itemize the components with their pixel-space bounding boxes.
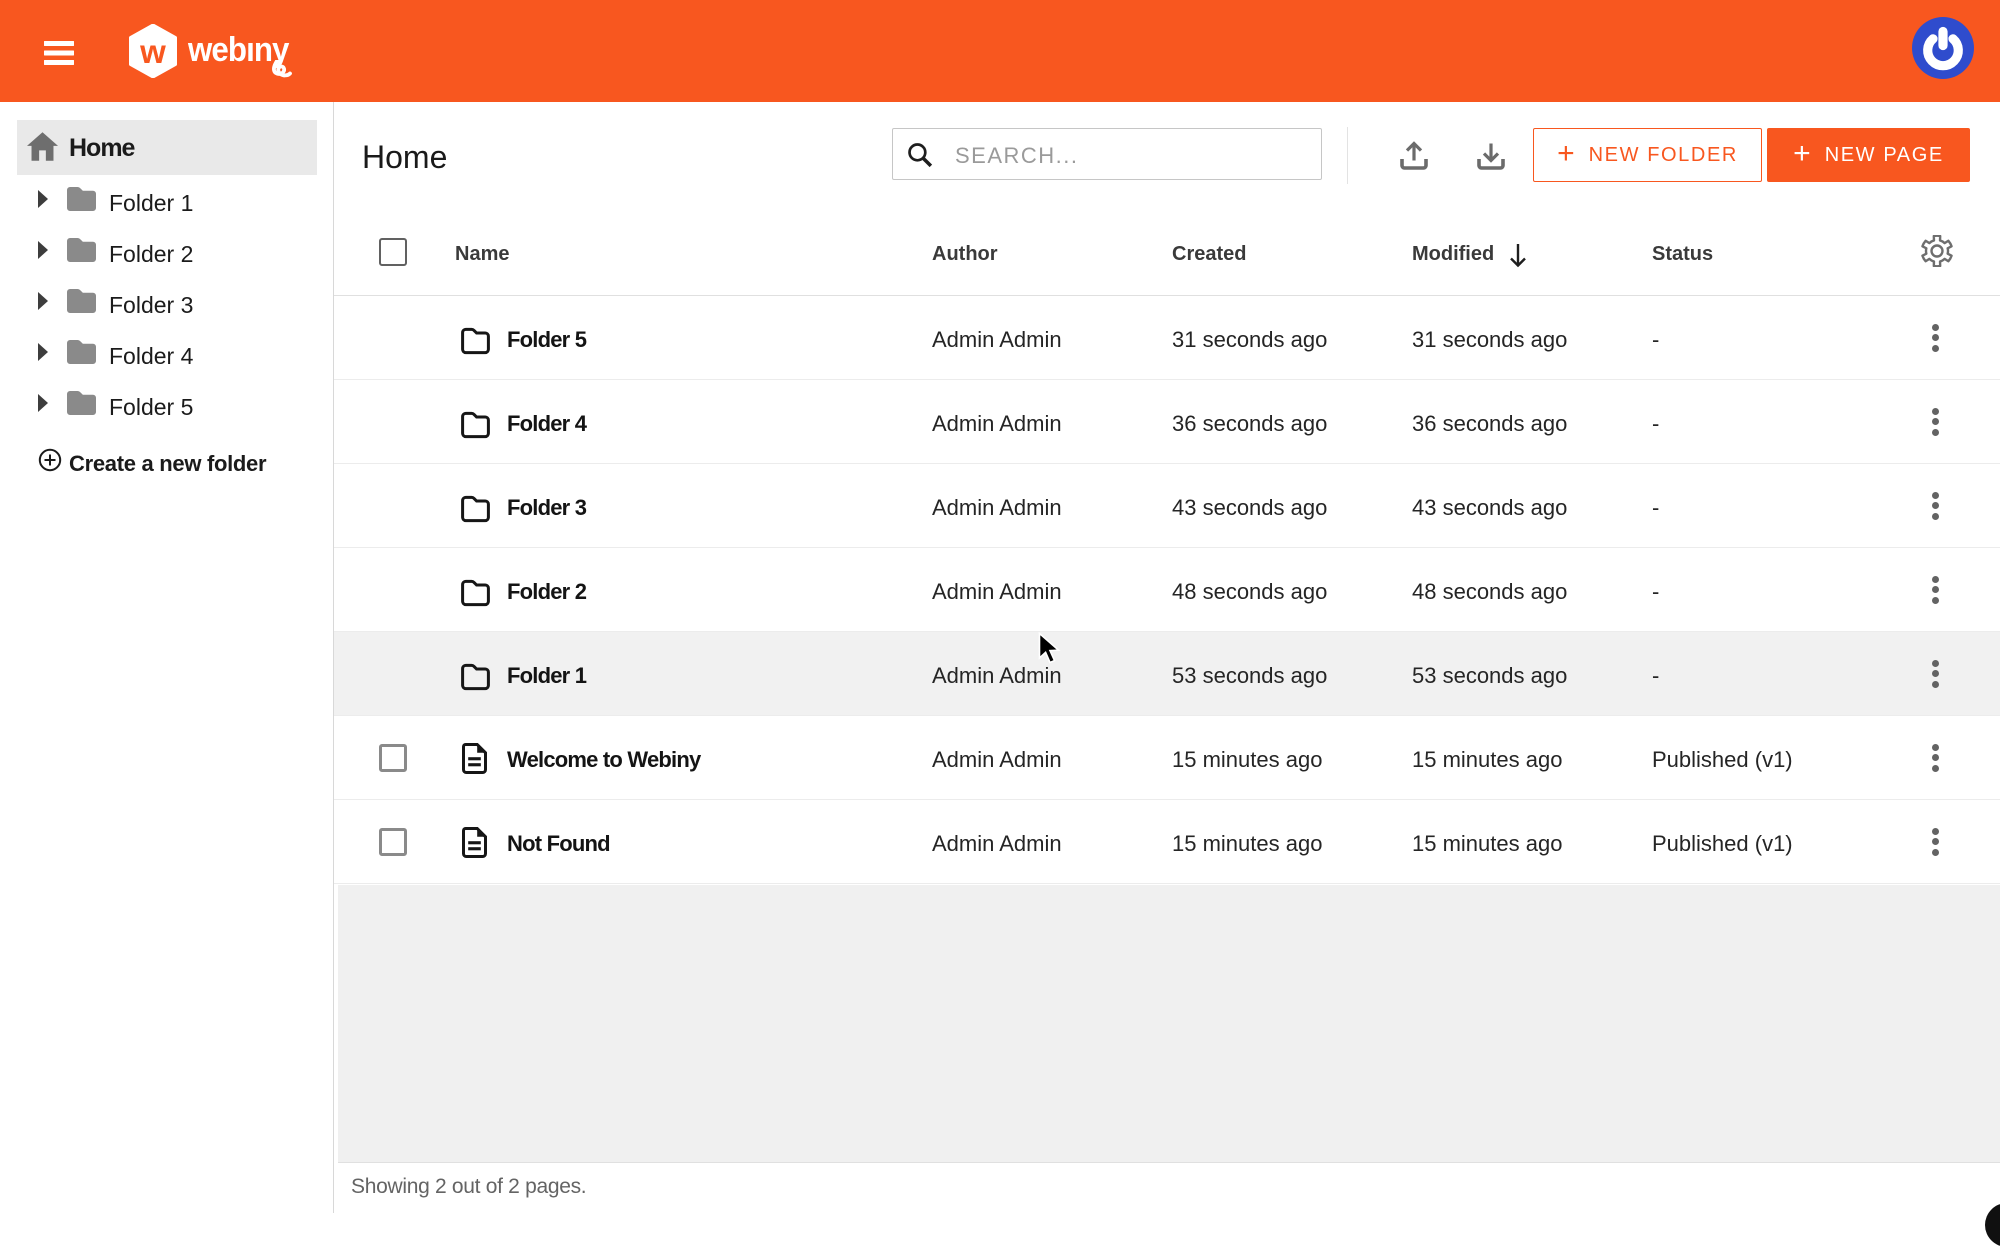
svg-text:w: w bbox=[139, 33, 166, 70]
